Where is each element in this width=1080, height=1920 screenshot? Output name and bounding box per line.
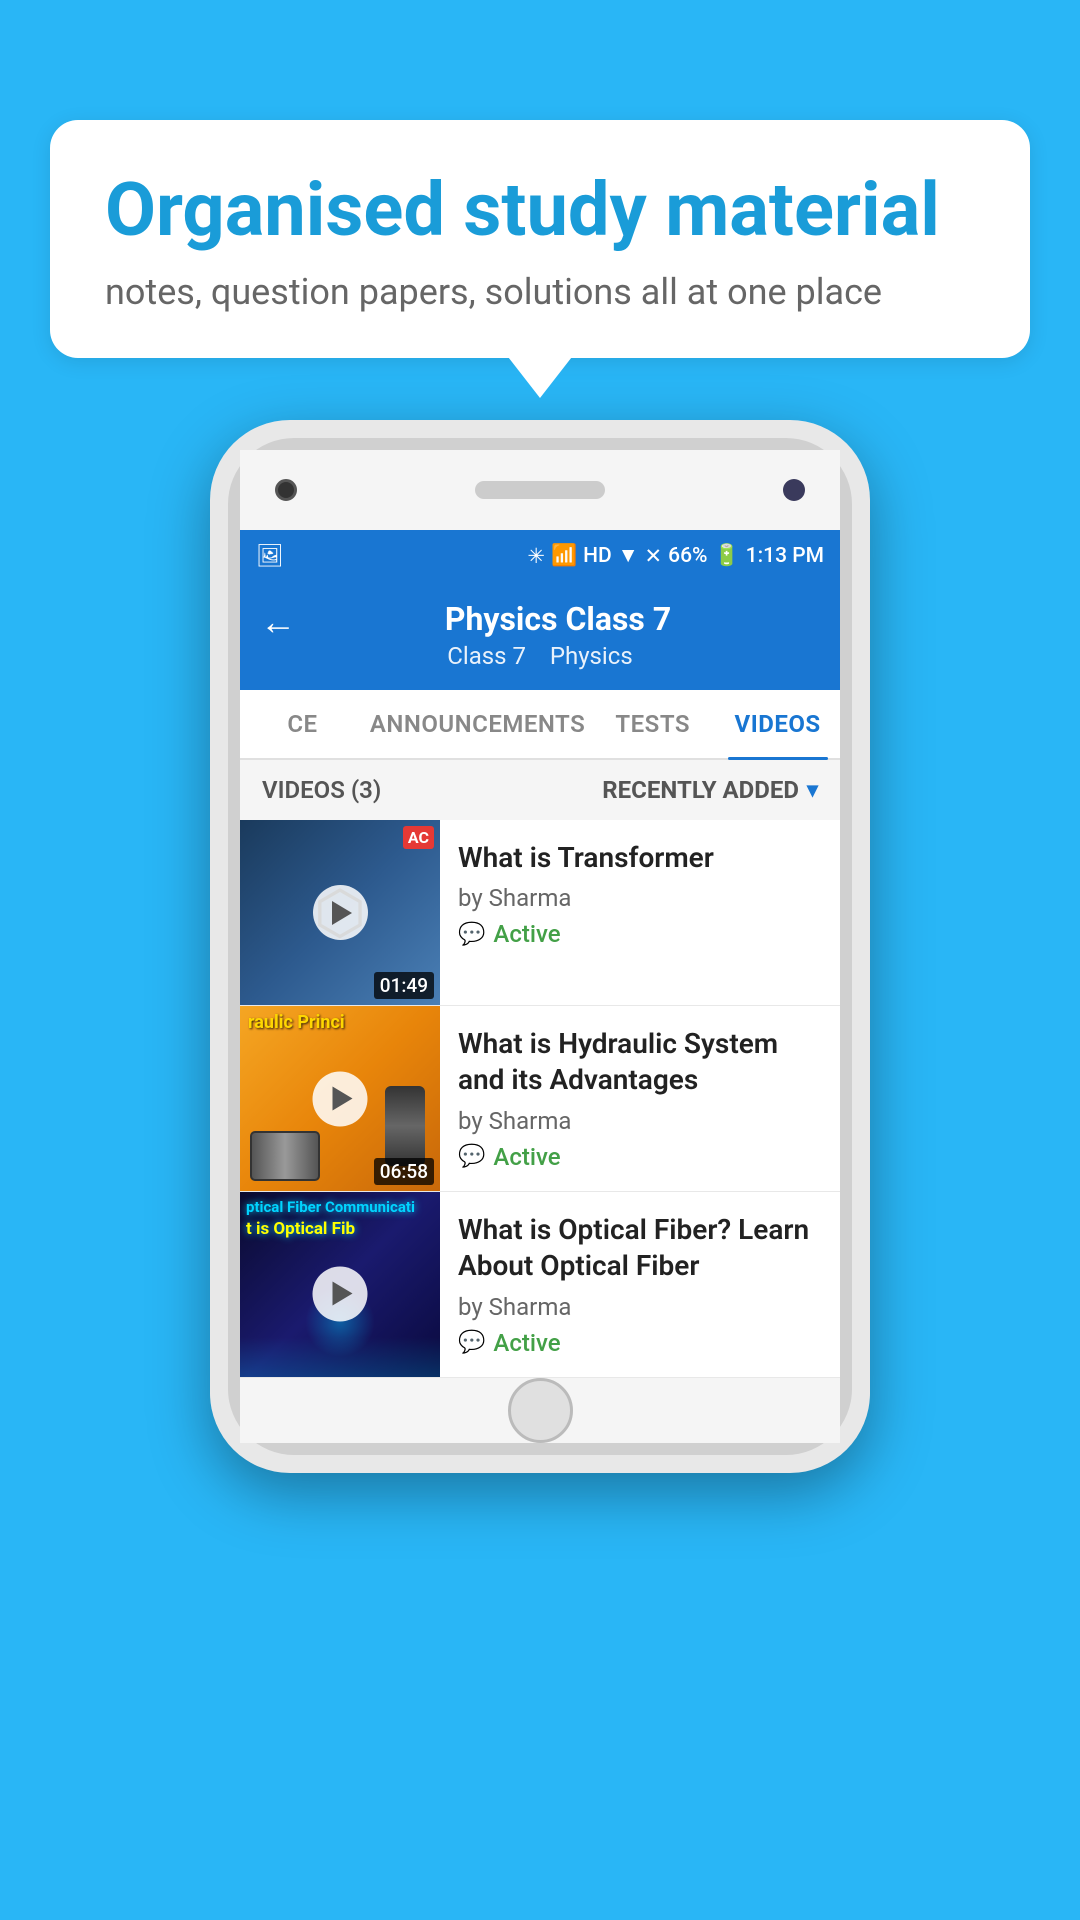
hydraulic-thumb-text: raulic Princi [240, 1006, 440, 1040]
status-label-2: Active [493, 1143, 560, 1171]
phone-home-bar [240, 1378, 840, 1443]
video-title-3: What is Optical Fiber? Learn About Optic… [458, 1212, 822, 1285]
ac-badge: AC [403, 826, 434, 849]
chat-icon-1: 💬 [458, 922, 485, 947]
wifi-icon: ▼ [618, 544, 639, 568]
video-item-hydraulic[interactable]: raulic Princi 06:58 [240, 1006, 840, 1192]
video-item-optical[interactable]: ptical Fiber Communicatit is Optical Fib [240, 1192, 840, 1378]
video-title-2: What is Hydraulic System and its Advanta… [458, 1026, 822, 1099]
video-list: AC ⬡ 01:49 What is Transformer by Sharma [240, 820, 840, 1378]
battery-icon: 🔋 [714, 544, 740, 568]
phone-top-bezel [240, 450, 840, 530]
class-label: Class 7 [447, 642, 526, 670]
video-item-transformer[interactable]: AC ⬡ 01:49 What is Transformer by Sharma [240, 820, 840, 1006]
video-author-3: by Sharma [458, 1293, 822, 1321]
tab-tests[interactable]: TESTS [590, 690, 715, 758]
video-thumbnail-1: AC ⬡ 01:49 [240, 820, 440, 1005]
status-left: 🖼 [256, 544, 284, 569]
speech-bubble-container: Organised study material notes, question… [50, 120, 1030, 358]
video-status-2: 💬 Active [458, 1143, 822, 1171]
status-bar: 🖼 ✳ 📶 HD ▼ ✕ 66% 🔋 1:13 PM [240, 530, 840, 582]
chevron-down-icon: ▾ [807, 778, 818, 803]
sort-dropdown[interactable]: RECENTLY ADDED ▾ [602, 776, 818, 804]
play-button-3[interactable] [313, 1266, 368, 1321]
tab-announcements[interactable]: ANNOUNCEMENTS [365, 690, 590, 758]
video-info-1: What is Transformer by Sharma 💬 Active [440, 820, 840, 1005]
video-duration-2: 06:58 [374, 1158, 434, 1185]
video-info-2: What is Hydraulic System and its Advanta… [440, 1006, 840, 1191]
tab-bar: CE ANNOUNCEMENTS TESTS VIDEOS [240, 690, 840, 760]
speech-bubble: Organised study material notes, question… [50, 120, 1030, 358]
subject-label: Physics [550, 642, 633, 670]
phone-speaker [475, 481, 605, 499]
video-count: VIDEOS (3) [262, 776, 381, 804]
chat-icon-3: 💬 [458, 1330, 485, 1355]
chat-icon-2: 💬 [458, 1144, 485, 1169]
status-right: ✳ 📶 HD ▼ ✕ 66% 🔋 1:13 PM [527, 544, 824, 569]
play-button-1[interactable] [313, 885, 368, 940]
back-button[interactable]: ← [260, 604, 296, 640]
video-thumbnail-3: ptical Fiber Communicatit is Optical Fib [240, 1192, 440, 1377]
video-info-3: What is Optical Fiber? Learn About Optic… [440, 1192, 840, 1377]
tab-ce[interactable]: CE [240, 690, 365, 758]
phone-outer: 🖼 ✳ 📶 HD ▼ ✕ 66% 🔋 1:13 PM ← [210, 420, 870, 1473]
play-button-2[interactable] [313, 1071, 368, 1126]
play-triangle-icon-2 [332, 1087, 352, 1111]
video-status-3: 💬 Active [458, 1329, 822, 1357]
bubble-subtitle: notes, question papers, solutions all at… [105, 271, 975, 313]
status-label-1: Active [493, 920, 560, 948]
play-triangle-icon [332, 901, 352, 925]
video-thumbnail-2: raulic Princi 06:58 [240, 1006, 440, 1191]
status-label-3: Active [493, 1329, 560, 1357]
video-author-1: by Sharma [458, 884, 822, 912]
app-bar: ← Physics Class 7 Class 7 Physics [240, 582, 840, 690]
bluetooth-icon: ✳ [527, 544, 545, 569]
optical-thumb-text: ptical Fiber Communicatit is Optical Fib [246, 1198, 434, 1240]
sort-label: RECENTLY ADDED [602, 776, 799, 804]
hydraulic-cylinder [385, 1086, 425, 1166]
bubble-title: Organised study material [105, 170, 975, 251]
video-author-2: by Sharma [458, 1107, 822, 1135]
app-bar-title: Physics Class 7 [260, 600, 820, 638]
video-duration-1: 01:49 [374, 972, 434, 999]
signal-bars-icon: 📶 [551, 544, 577, 568]
tab-videos[interactable]: VIDEOS [715, 690, 840, 758]
image-icon: 🖼 [256, 544, 284, 569]
phone-camera [275, 479, 297, 501]
optical-fiber-glow [240, 1337, 440, 1377]
phone-mockup: 🖼 ✳ 📶 HD ▼ ✕ 66% 🔋 1:13 PM ← [210, 420, 870, 1473]
play-triangle-icon-3 [332, 1282, 352, 1306]
app-bar-subtitle: Class 7 Physics [260, 642, 820, 670]
time-display: 1:13 PM [746, 544, 824, 568]
phone-inner: 🖼 ✳ 📶 HD ▼ ✕ 66% 🔋 1:13 PM ← [228, 438, 852, 1455]
home-button[interactable] [508, 1378, 573, 1443]
phone-sensor [783, 479, 805, 501]
filter-bar: VIDEOS (3) RECENTLY ADDED ▾ [240, 760, 840, 820]
phone-screen: 🖼 ✳ 📶 HD ▼ ✕ 66% 🔋 1:13 PM ← [240, 530, 840, 1378]
battery-percent: 66% [668, 544, 707, 568]
network-icon: ✕ [645, 544, 663, 569]
video-title-1: What is Transformer [458, 840, 822, 876]
hydraulic-decoration [250, 1131, 320, 1181]
hd-badge: HD [583, 544, 612, 568]
video-status-1: 💬 Active [458, 920, 822, 948]
